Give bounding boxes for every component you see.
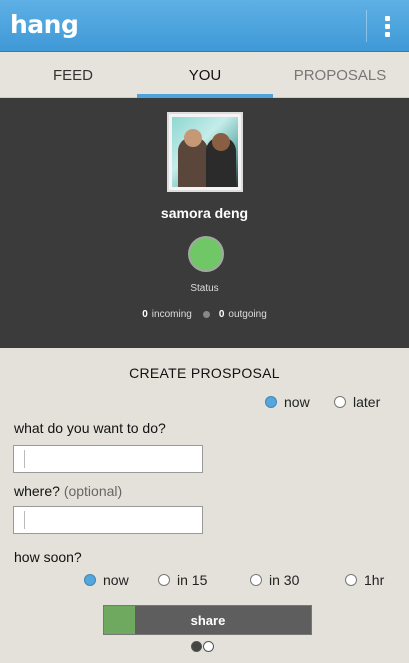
app-title: hang: [10, 10, 79, 39]
page-indicator: [191, 641, 214, 652]
timing-now-radio[interactable]: now: [265, 394, 310, 410]
where-label: where? (optional): [14, 483, 122, 499]
page-dot-active[interactable]: [191, 641, 202, 652]
tab-bar: FEED YOU PROPOSALS: [0, 52, 409, 98]
share-label: share: [190, 612, 226, 628]
how-soon-1hr-label: 1hr: [364, 572, 385, 588]
what-label: what do you want to do?: [14, 420, 166, 436]
form-title: CREATE PROSPOSAL: [129, 365, 280, 381]
share-progress-fill: [104, 606, 135, 634]
overflow-menu-icon[interactable]: [376, 12, 398, 40]
radio-unselected-icon: [334, 396, 346, 408]
app-bar: hang: [0, 0, 409, 52]
radio-unselected-icon: [250, 574, 262, 586]
incoming-count: 0: [142, 309, 148, 320]
outgoing-label[interactable]: outgoing: [228, 309, 266, 320]
timing-later-radio[interactable]: later: [334, 394, 380, 410]
where-input[interactable]: [13, 506, 203, 534]
radio-unselected-icon: [158, 574, 170, 586]
radio-selected-icon: [265, 396, 277, 408]
outgoing-count: 0: [218, 309, 225, 320]
tab-you[interactable]: YOU: [137, 52, 273, 98]
how-soon-15-radio[interactable]: in 15: [158, 572, 207, 588]
text-cursor: [24, 511, 25, 529]
how-soon-15-label: in 15: [177, 572, 208, 588]
how-soon-1hr-radio[interactable]: 1hr: [345, 572, 384, 588]
where-optional-hint: (optional): [63, 483, 123, 499]
timing-now-label: now: [284, 394, 310, 410]
how-soon-30-radio[interactable]: in 30: [250, 572, 299, 588]
radio-unselected-icon: [345, 574, 357, 586]
avatar[interactable]: [167, 112, 243, 192]
how-soon-label: how soon?: [14, 549, 82, 565]
what-input[interactable]: [13, 445, 203, 473]
profile-name: samora deng: [160, 205, 249, 221]
tab-proposals[interactable]: PROPOSALS: [272, 52, 408, 98]
status-label: Status: [190, 283, 219, 294]
radio-selected-icon: [84, 574, 96, 586]
page-dot-inactive[interactable]: [203, 641, 214, 652]
profile-panel: samora deng Status 0 incoming 0 outgoing: [0, 98, 409, 348]
create-proposal-form: CREATE PROSPOSAL now later what do you w…: [0, 348, 409, 663]
share-button[interactable]: share: [103, 605, 312, 635]
how-soon-now-label: now: [103, 572, 129, 588]
how-soon-30-label: in 30: [269, 572, 300, 588]
proposal-counts: 0 incoming 0 outgoing: [0, 309, 409, 320]
separator-dot-icon: [202, 310, 210, 318]
profile-photo: [172, 117, 238, 187]
status-indicator[interactable]: [188, 236, 224, 272]
where-label-text: where?: [14, 483, 60, 499]
how-soon-now-radio[interactable]: now: [84, 572, 129, 588]
app-bar-divider: [366, 10, 367, 42]
tab-feed[interactable]: FEED: [5, 52, 141, 98]
incoming-label[interactable]: incoming: [152, 309, 192, 320]
timing-later-label: later: [353, 394, 381, 410]
text-cursor: [24, 450, 25, 468]
